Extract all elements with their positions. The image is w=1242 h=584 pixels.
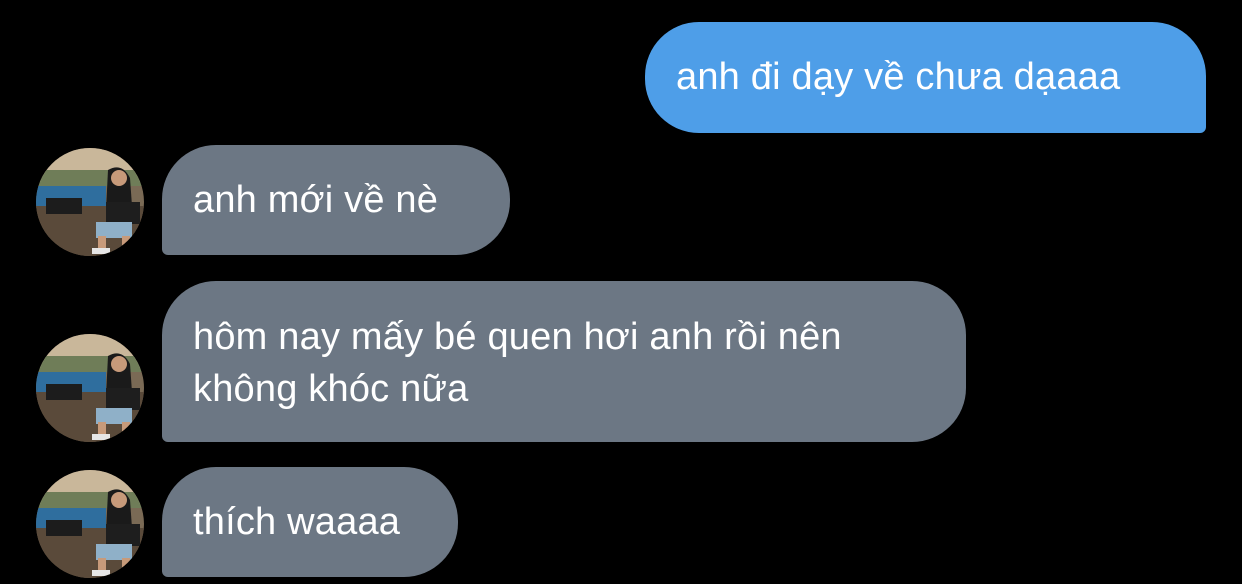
avatar-photo: [36, 470, 144, 578]
message-bubble-incoming[interactable]: anh mới về nè: [162, 145, 510, 255]
avatar-photo: [36, 334, 144, 442]
message-bubble-incoming[interactable]: hôm nay mấy bé quen hơi anh rồi nên khôn…: [162, 281, 966, 442]
message-text: anh đi dạy về chưa dạaaa: [676, 56, 1121, 98]
avatar-photo: [36, 148, 144, 256]
message-text: anh mới về nè: [193, 179, 439, 221]
message-text: thích waaaa: [193, 501, 401, 543]
contact-avatar[interactable]: [36, 148, 144, 256]
message-text: hôm nay mấy bé quen hơi anh rồi nên khôn…: [193, 316, 842, 410]
contact-avatar[interactable]: [36, 470, 144, 578]
contact-avatar[interactable]: [36, 334, 144, 442]
message-bubble-incoming[interactable]: thích waaaa: [162, 467, 458, 577]
chat-conversation: anh đi dạy về chưa dạaaa anh mới về nè h…: [0, 0, 1242, 584]
message-bubble-outgoing[interactable]: anh đi dạy về chưa dạaaa: [645, 22, 1206, 133]
